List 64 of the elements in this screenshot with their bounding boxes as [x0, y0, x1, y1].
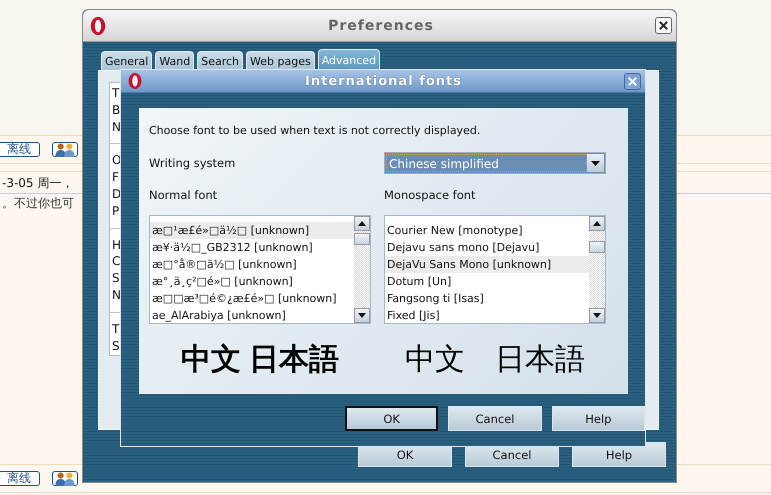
list-item[interactable]: Fixed [Jis]: [385, 307, 589, 324]
list-item[interactable]: T: [112, 320, 120, 338]
scroll-up-button[interactable]: [354, 216, 370, 231]
list-item[interactable]: P: [112, 202, 120, 220]
list-item[interactable]: æ□¹æ£é»□ä½□ [unknown]: [150, 222, 354, 239]
status-button[interactable]: 离线: [0, 142, 40, 157]
scrollbar[interactable]: [354, 216, 370, 323]
list-item[interactable]: Dotum [Un]: [385, 273, 589, 290]
field-label: Monospace font: [384, 187, 477, 204]
close-icon: [627, 76, 638, 86]
dialog-button[interactable]: Help: [552, 406, 645, 431]
list-item[interactable]: N: [112, 118, 121, 136]
contacts-button[interactable]: [52, 471, 78, 486]
dialog-button[interactable]: Cancel: [448, 406, 542, 431]
list-item[interactable]: N: [112, 286, 121, 304]
scroll-thumb[interactable]: [354, 233, 370, 245]
message-text: 。不过你也可: [1, 195, 74, 212]
list-item[interactable]: æ°¸ä¸ç²□é»□ [unknown]: [150, 273, 354, 290]
preview-text: 中文 日本語: [404, 342, 586, 378]
scroll-down-button[interactable]: [589, 308, 605, 323]
instruction-text: Choose font to be used when text is not correctly displayed.: [149, 123, 482, 139]
list-item[interactable]: Dejavu sans mono [Dejavu]: [385, 239, 589, 256]
field-label: Writing system: [149, 155, 236, 172]
list-item[interactable]: S: [112, 338, 120, 354]
app-logo-icon: [89, 16, 107, 36]
preview-text: 中文 日本語: [180, 342, 340, 378]
close-button[interactable]: [655, 17, 672, 34]
people-icon: [53, 142, 77, 156]
app-logo-icon: [127, 72, 143, 90]
list-item[interactable]: F: [112, 169, 119, 186]
people-icon: [53, 472, 77, 486]
list-item[interactable]: æ□°å®□ä½□ [unknown]: [150, 256, 354, 273]
tab[interactable]: Wand: [155, 51, 194, 70]
up-arrow-icon: [593, 221, 601, 226]
caret-icon: [591, 160, 600, 166]
down-arrow-icon: [593, 313, 601, 318]
scroll-up-button[interactable]: [589, 216, 605, 231]
tab[interactable]: General: [101, 51, 152, 70]
scroll-thumb[interactable]: [589, 241, 605, 253]
list-item[interactable]: Fangsong ti [Isas]: [385, 290, 589, 307]
close-icon: [658, 20, 669, 31]
list-item[interactable]: C: [112, 253, 120, 270]
tab[interactable]: Web pages: [246, 51, 315, 70]
contacts-button[interactable]: [52, 142, 78, 157]
status-button[interactable]: 离线: [0, 471, 40, 486]
scrollbar[interactable]: [589, 216, 605, 323]
list-item[interactable]: B: [112, 102, 120, 119]
date-text: -3-05 周一，: [1, 174, 74, 192]
field-label: Normal font: [149, 187, 218, 204]
list-item[interactable]: DejaVu Sans Mono [unknown]: [385, 256, 589, 273]
tab[interactable]: Search: [197, 51, 244, 70]
list-item[interactable]: æ□□æ³□é©¿æ£é»□ [unknown]: [150, 290, 354, 307]
list-item[interactable]: Courier New [monotype]: [385, 222, 589, 239]
down-arrow-icon: [358, 313, 366, 318]
dialog-title: International fonts: [304, 74, 463, 88]
window-title: Preferences: [327, 18, 435, 34]
up-arrow-icon: [358, 221, 366, 226]
list-item[interactable]: æ¥·ä½□_GB2312 [unknown]: [150, 239, 354, 256]
list-item[interactable]: T: [112, 85, 120, 102]
list-item[interactable]: ae_AlArabiya [unknown]: [150, 307, 354, 324]
list-item[interactable]: S: [112, 270, 120, 287]
dialog-button[interactable]: OK: [345, 406, 438, 431]
list-item[interactable]: H: [112, 236, 122, 254]
scroll-down-button[interactable]: [354, 308, 370, 323]
